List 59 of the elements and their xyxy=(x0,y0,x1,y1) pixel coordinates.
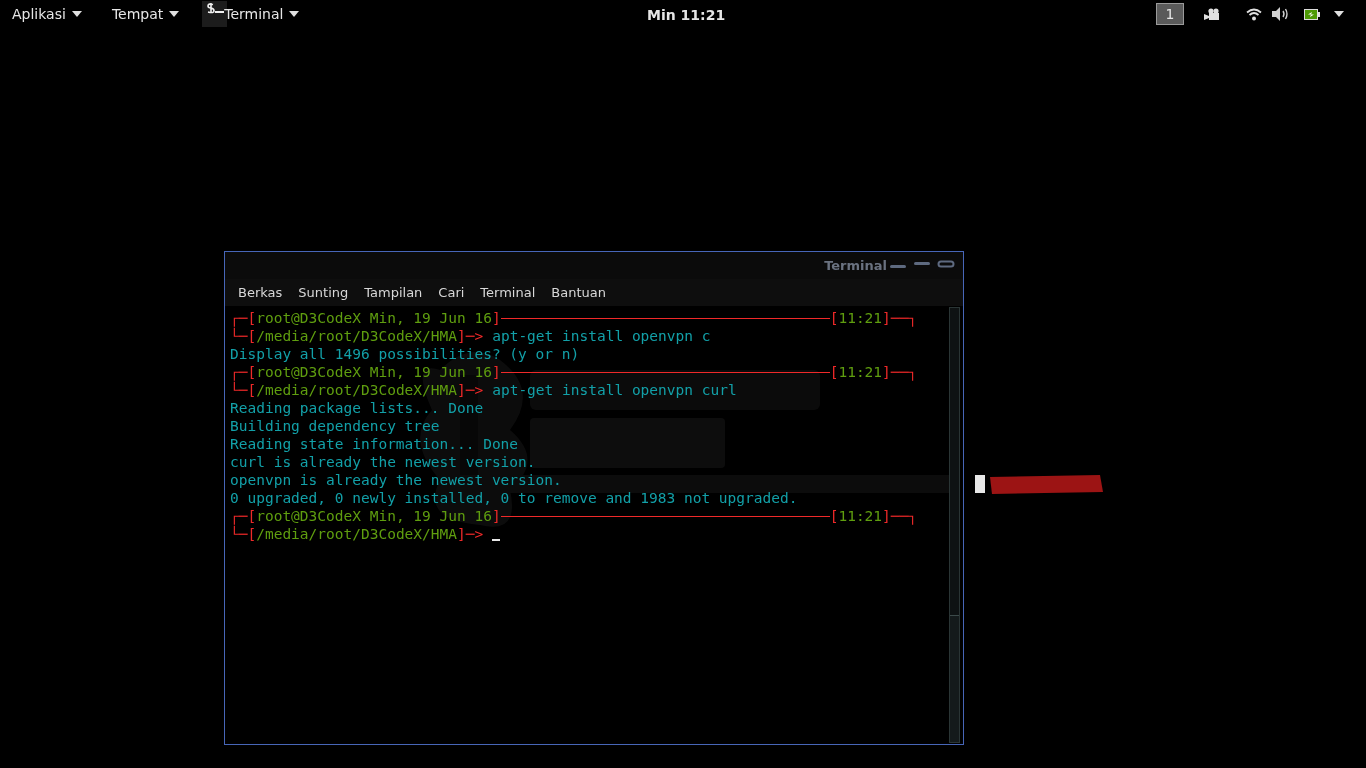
output-text: Building dependency tree xyxy=(230,417,440,435)
prompt-info: root@D3CodeX Min, 19 Jun 16 xyxy=(256,363,492,381)
prompt-info: root@D3CodeX Min, 19 Jun 16 xyxy=(256,507,492,525)
prompt-info: /media/root/D3CodeX/HMA xyxy=(256,525,457,543)
prompt-frame: [ xyxy=(829,507,839,525)
prompt-frame: [ xyxy=(829,363,839,381)
caret-icon xyxy=(169,11,180,17)
command-text: apt-get install openvpn curl xyxy=(492,381,737,399)
menu-item[interactable]: Terminal xyxy=(472,282,544,303)
prompt-frame: ]─> xyxy=(457,327,484,345)
clock[interactable]: Min 11:21 xyxy=(647,5,726,26)
output-text: openvpn is already the newest version. xyxy=(230,471,562,489)
menu-item[interactable]: Cari xyxy=(430,282,473,303)
battery-icon[interactable] xyxy=(1304,8,1320,20)
output-text: 0 upgraded, 0 newly installed, 0 to remove and 1983 not upgraded. xyxy=(230,489,798,507)
prompt-frame: ]──┐ xyxy=(882,309,917,327)
prompt-frame: └─[ xyxy=(230,525,257,543)
output-text: Reading package lists... Done xyxy=(230,399,484,417)
output-text: Display all 1496 possibilities? (y or n) xyxy=(230,345,580,363)
menu-item[interactable]: Bantuan xyxy=(543,282,614,303)
prompt-info: /media/root/D3CodeX/HMA xyxy=(256,381,457,399)
prompt-info: 11:21 xyxy=(838,507,883,525)
prompt-info: 11:21 xyxy=(838,309,883,327)
output-text: Reading state information... Done xyxy=(230,435,519,453)
volume-icon[interactable] xyxy=(1272,6,1290,22)
scrollbar[interactable] xyxy=(949,307,960,743)
caret-icon[interactable] xyxy=(1334,11,1344,17)
caret-icon xyxy=(289,11,300,17)
wifi-icon[interactable] xyxy=(1246,7,1262,21)
prompt-frame: ] xyxy=(491,363,501,381)
prompt-frame: └─[ xyxy=(230,381,257,399)
prompt-info: 11:21 xyxy=(838,363,883,381)
prompt-info: root@D3CodeX Min, 19 Jun 16 xyxy=(256,309,492,327)
menu-item[interactable]: Tampilan xyxy=(356,282,431,303)
command-text: apt-get install openvpn c xyxy=(492,327,711,345)
window-title: Terminal xyxy=(824,256,887,275)
maximize-icon[interactable] xyxy=(937,259,955,268)
prompt-frame: ┌─[ xyxy=(230,507,257,525)
top-menu[interactable]: Aplikasi xyxy=(0,0,94,28)
prompt-frame: ]─> xyxy=(457,381,484,399)
prompt-frame: ┌─[ xyxy=(230,309,257,327)
top-menu[interactable]: Tempat xyxy=(93,0,194,28)
prompt-frame: ]──┐ xyxy=(882,363,917,381)
prompt-frame: └─[ xyxy=(230,327,257,345)
prompt-frame: ┌─[ xyxy=(230,363,257,381)
caret-icon xyxy=(71,11,82,17)
prompt-frame: ]─> xyxy=(457,525,484,543)
workspace-indicator[interactable]: 1 xyxy=(1156,3,1184,25)
camera-icon[interactable] xyxy=(1204,7,1220,21)
prompt-frame: [ xyxy=(829,309,839,327)
prompt-frame: ]──┐ xyxy=(882,507,917,525)
prompt-frame: ] xyxy=(491,309,501,327)
scrollbar-thumb[interactable] xyxy=(950,615,959,742)
prompt-frame: ] xyxy=(491,507,501,525)
menu-item[interactable]: Berkas xyxy=(230,282,291,303)
prompt-info: /media/root/D3CodeX/HMA xyxy=(256,327,457,345)
app-menu[interactable]: Terminal xyxy=(193,0,300,28)
menu-item[interactable]: Sunting xyxy=(290,282,357,303)
output-text: curl is already the newest version. xyxy=(230,453,536,471)
